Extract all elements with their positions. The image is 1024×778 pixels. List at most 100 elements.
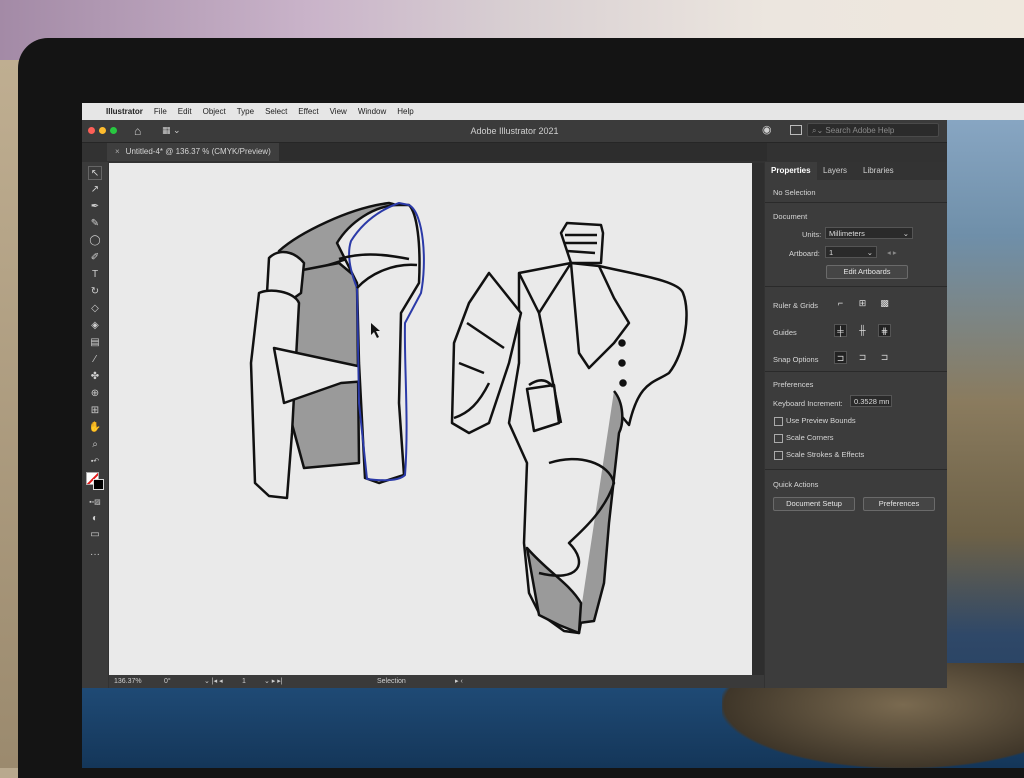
edit-toolbar-icon[interactable]: ··· [88,548,102,562]
current-tool-status: Selection [377,678,406,685]
search-placeholder: Search Adobe Help [825,126,895,135]
show-guides-icon[interactable]: ╪ [834,324,847,337]
menu-help[interactable]: Help [397,107,413,116]
preferences-heading: Preferences [773,380,814,389]
artboard-label: Artboard: [789,249,820,258]
fashion-sketch-artwork[interactable] [109,163,752,675]
menu-window[interactable]: Window [358,107,386,116]
horizontal-scrollbar[interactable]: ▸ ‹ [455,675,463,688]
document-heading: Document [773,212,808,221]
curvature-tool-icon[interactable]: ✎ [88,217,102,231]
eraser-tool-icon[interactable]: ◈ [88,319,102,333]
rotation-field[interactable]: 0° [164,675,171,688]
units-value: Millimeters [829,229,865,238]
snap-to-grid-icon[interactable]: ⊐ [856,351,869,364]
snap-to-point-icon[interactable]: ⊐ [834,351,847,364]
pen-tool-icon[interactable]: ✒ [88,200,102,214]
arrange-panels-icon[interactable] [790,125,802,135]
tab-properties[interactable]: Properties [765,162,817,180]
search-icon: ⌕⌄ [812,126,826,135]
tools-panel: ↖ ↗ ✒ ✎ ◯ ✐ T ↻ ◇ ◈ ▤ ⁄ ✤ ⊕ ⊞ ✋ ⌕ ▪↶ ▪▫▨ [82,162,108,688]
monitor-screen: Illustrator File Edit Object Type Select… [82,103,1024,768]
lock-guides-icon[interactable]: ╫ [856,324,869,337]
edit-artboards-button[interactable]: Edit Artboards [826,265,908,279]
artboard-prev-next-icon[interactable]: ◂ ▸ [887,248,897,257]
units-label: Units: [802,230,822,239]
scale-tool-icon[interactable]: ◇ [88,302,102,316]
stroke-swatch[interactable] [93,479,104,490]
eyedropper-tool-icon[interactable]: ⁄ [88,353,102,367]
properties-panel: Properties Layers Libraries No Selection… [765,162,947,688]
rulers-icon[interactable]: ⌐ [834,297,847,310]
artboard-navigation-icon[interactable]: ⌄ |◂ ◂ [204,675,223,688]
zoom-level-field[interactable]: 136.37% [114,675,142,688]
menu-effect[interactable]: Effect [298,107,318,116]
ellipse-tool-icon[interactable]: ◯ [88,234,102,248]
rotate-tool-icon[interactable]: ↻ [88,285,102,299]
chevron-down-icon: ⌄ [902,229,909,238]
user-icon[interactable]: ◉ [762,123,772,136]
direct-selection-tool-icon[interactable]: ↗ [88,183,102,197]
preferences-button[interactable]: Preferences [863,497,935,511]
use-preview-bounds-checkbox[interactable] [774,417,783,426]
menu-object[interactable]: Object [203,107,226,116]
paintbrush-tool-icon[interactable]: ✐ [88,251,102,265]
panel-tabs: Properties Layers Libraries [765,162,947,180]
color-mode-icon[interactable]: ▪▫▨ [88,496,102,510]
scale-strokes-checkbox[interactable] [774,451,783,460]
document-tab-label: Untitled-4* @ 136.37 % (CMYK/Preview) [125,147,271,156]
document-tab-bar: × Untitled-4* @ 136.37 % (CMYK/Preview) [107,143,767,161]
draw-mode-icon[interactable]: ◐ [88,512,102,526]
units-select[interactable]: Millimeters ⌄ [825,227,913,239]
snap-to-pixel-icon[interactable]: ⊐ [878,351,891,364]
ruler-grids-label: Ruler & Grids [773,301,819,310]
type-tool-icon[interactable]: T [88,268,102,282]
close-tab-icon[interactable]: × [115,147,120,156]
tab-libraries[interactable]: Libraries [863,162,894,180]
scale-corners-checkbox[interactable] [774,434,783,443]
keyboard-increment-label: Keyboard Increment: [773,399,843,408]
selection-tool-icon[interactable]: ↖ [88,166,102,180]
symbol-sprayer-tool-icon[interactable]: ⊕ [88,387,102,401]
artboard-next-icon[interactable]: ⌄ ▸ ▸| [264,675,283,688]
artboard-tool-icon[interactable]: ⊞ [88,404,102,418]
status-bar: 136.37% 0° ⌄ |◂ ◂ 1 ⌄ ▸ ▸| Selection ▸ ‹ [109,675,764,688]
zoom-tool-icon[interactable]: ⌕ [88,438,102,452]
illustrator-window: ⌂ ▦ ⌄ Adobe Illustrator 2021 ◉ ⌕⌄ Search… [82,120,947,688]
fill-stroke-swatch[interactable] [86,472,104,490]
document-tab[interactable]: × Untitled-4* @ 136.37 % (CMYK/Preview) [107,143,279,161]
menu-view[interactable]: View [330,107,347,116]
blend-tool-icon[interactable]: ✤ [88,370,102,384]
grid-icon[interactable]: ⊞ [856,297,869,310]
tab-layers[interactable]: Layers [823,162,847,180]
artboard-select[interactable]: 1 ⌄ [825,246,877,258]
vertical-scrollbar[interactable] [752,163,764,675]
menu-edit[interactable]: Edit [178,107,192,116]
keyboard-increment-input[interactable]: 0.3528 mn [850,395,892,407]
artboard-number-field[interactable]: 1 [242,675,246,688]
app-menu[interactable]: Illustrator [106,107,143,116]
menu-type[interactable]: Type [237,107,254,116]
quick-actions-heading: Quick Actions [773,480,819,489]
menu-select[interactable]: Select [265,107,287,116]
smart-guides-icon[interactable]: ⋕ [878,324,891,337]
scale-corners-label: Scale Corners [786,433,834,442]
artboard-value: 1 [829,248,834,257]
scale-strokes-label: Scale Strokes & Effects [786,450,865,459]
artboard-canvas[interactable] [109,163,752,675]
gradient-tool-icon[interactable]: ▤ [88,336,102,350]
hand-tool-icon[interactable]: ✋ [88,421,102,435]
menu-file[interactable]: File [154,107,167,116]
screen-mode-icon[interactable]: ▭ [88,528,102,542]
snap-options-label: Snap Options [773,355,819,364]
help-search-input[interactable]: ⌕⌄ Search Adobe Help [807,123,939,137]
transparency-grid-icon[interactable]: ▩ [878,297,891,310]
right-coat-drawing[interactable] [450,221,688,635]
mac-menu-bar: Illustrator File Edit Object Type Select… [82,103,1024,120]
document-setup-button[interactable]: Document Setup [773,497,855,511]
left-jacket-drawing[interactable] [249,201,425,500]
default-colors-icon[interactable]: ▪↶ [88,455,102,469]
selection-status: No Selection [773,188,816,197]
chevron-down-icon: ⌄ [866,248,873,257]
use-preview-bounds-label: Use Preview Bounds [786,416,856,425]
